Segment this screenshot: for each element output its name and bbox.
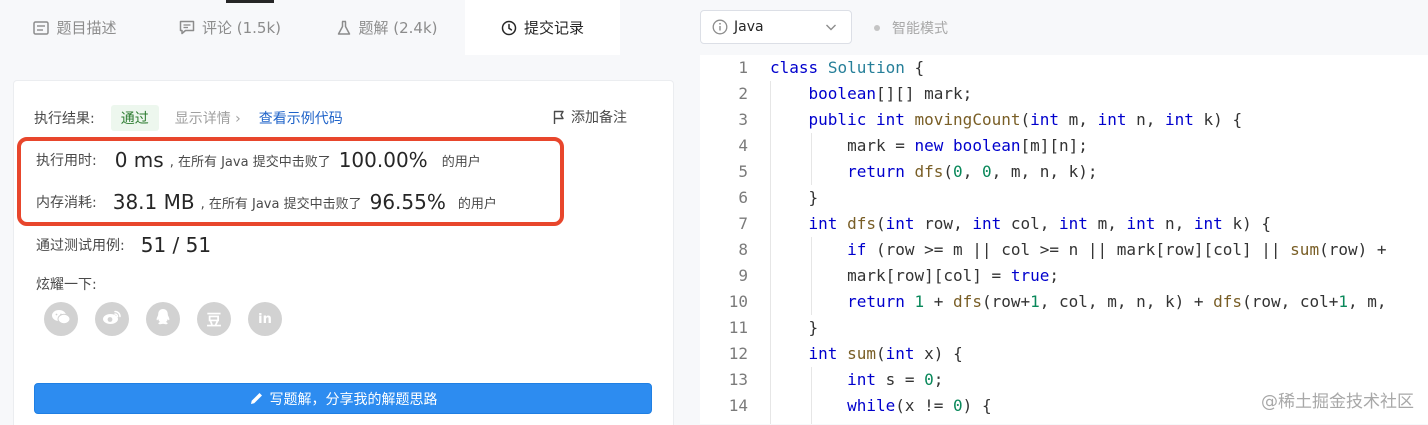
code-editor[interactable]: 1 class Solution { 2 boolean[][] mark; 3 …: [700, 55, 1428, 424]
write-solution-label: 写题解，分享我的解题思路: [269, 391, 438, 408]
share-douban-button[interactable]: 豆: [197, 302, 231, 336]
description-icon: [33, 20, 50, 35]
line-number: 7: [738, 214, 748, 233]
top-marker: [226, 0, 274, 3]
line-number: 8: [738, 240, 748, 259]
testcases-row: 通过测试用例: 51 / 51: [36, 233, 211, 257]
share-linkedin-button[interactable]: in: [248, 302, 282, 336]
result-label: 执行结果:: [34, 111, 95, 127]
share-wechat-button[interactable]: [44, 302, 78, 336]
status-badge: 通过: [110, 105, 159, 131]
add-note-button[interactable]: 添加备注: [553, 107, 627, 127]
clock-icon: [501, 20, 517, 36]
line-number: 4: [738, 136, 748, 155]
line-number: 10: [728, 292, 748, 311]
line-number: 14: [728, 396, 748, 415]
qq-icon: [155, 308, 171, 330]
view-example-code-link[interactable]: 查看示例代码: [259, 108, 343, 128]
line-number: 2: [738, 84, 748, 103]
line-number: 3: [738, 110, 748, 129]
code-line: 12 int sum(int x) {: [700, 341, 1428, 367]
watermark: @稀土掘金技术社区: [1261, 392, 1414, 412]
code-line: 5 return dfs(0, 0, m, n, k);: [700, 159, 1428, 185]
tab-solutions[interactable]: 题解 (2.4k): [310, 0, 465, 55]
tab-comments[interactable]: 评论 (1.5k): [150, 0, 310, 55]
linkedin-icon: in: [258, 311, 272, 327]
code-line: 1 class Solution {: [700, 55, 1428, 81]
info-icon: [712, 19, 728, 35]
chevron-right-icon: ›: [235, 111, 241, 127]
line-number: 6: [738, 188, 748, 207]
share-label: 炫耀一下:: [36, 277, 97, 293]
testcases-value: 51 / 51: [140, 233, 212, 257]
language-select[interactable]: Java: [700, 10, 852, 44]
share-label-row: 炫耀一下:: [36, 274, 97, 294]
code-line: 3 public int movingCount(int m, int n, i…: [700, 107, 1428, 133]
line-number: 1: [738, 58, 748, 77]
line-number: 13: [728, 370, 748, 389]
smart-mode-toggle[interactable]: 智能模式: [874, 18, 948, 38]
pencil-icon: [249, 391, 264, 406]
wechat-icon: [51, 309, 71, 329]
line-number: 9: [738, 266, 748, 285]
flag-icon: [553, 110, 565, 125]
line-number: 11: [728, 318, 748, 337]
weibo-icon: [102, 309, 122, 329]
write-solution-button[interactable]: 写题解，分享我的解题思路: [34, 383, 652, 414]
line-number: 12: [728, 344, 748, 363]
tab-solutions-label: 题解 (2.4k): [358, 19, 438, 37]
show-details-link[interactable]: 显示详情 ›: [175, 108, 241, 128]
comment-icon: [179, 20, 195, 35]
testcases-label: 通过测试用例:: [36, 238, 125, 254]
code-line: 2 boolean[][] mark;: [700, 81, 1428, 107]
code-line: 11 }: [700, 315, 1428, 341]
smart-mode-label: 智能模式: [892, 21, 948, 37]
tab-comments-label: 评论 (1.5k): [201, 19, 281, 37]
tab-submissions[interactable]: 提交记录: [465, 0, 620, 55]
code-line: 9 mark[row][col] = true;: [700, 263, 1428, 289]
tab-description[interactable]: 题目描述: [0, 0, 150, 55]
result-row: 执行结果: 通过 显示详情 › 查看示例代码: [34, 105, 343, 131]
code-line: 6 }: [700, 185, 1428, 211]
editor-toolbar: Java 智能模式: [686, 0, 1428, 55]
show-details-label: 显示详情: [174, 111, 231, 127]
tab-bar: 题目描述 评论 (1.5k) 题解 (2.4k) 提交记录: [0, 0, 686, 55]
code-line: 8 if (row >= m || col >= n || mark[row][…: [700, 237, 1428, 263]
code-line: 4 mark = new boolean[m][n];: [700, 133, 1428, 159]
editor-panel: Java 智能模式 1 class Solution { 2 boolean[][…: [686, 0, 1428, 424]
submission-panel: 题目描述 评论 (1.5k) 题解 (2.4k) 提交记录 执行结果: 通过 显…: [0, 0, 686, 425]
status-dot: [874, 25, 880, 31]
language-value: Java: [734, 19, 764, 35]
tab-description-label: 题目描述: [56, 19, 117, 37]
tab-submissions-label: 提交记录: [523, 19, 584, 37]
chevron-down-icon: [825, 20, 837, 34]
share-buttons: 豆 in: [44, 302, 282, 336]
line-number: 5: [738, 162, 748, 181]
add-note-label: 添加备注: [571, 110, 627, 126]
flask-icon: [337, 20, 351, 36]
code-line: 10 return 1 + dfs(row+1, col, m, n, k) +…: [700, 289, 1428, 315]
code-line: 7 int dfs(int row, int col, int m, int n…: [700, 211, 1428, 237]
share-qq-button[interactable]: [146, 302, 180, 336]
highlight-box: [17, 137, 564, 226]
douban-icon: 豆: [206, 310, 222, 329]
share-weibo-button[interactable]: [95, 302, 129, 336]
